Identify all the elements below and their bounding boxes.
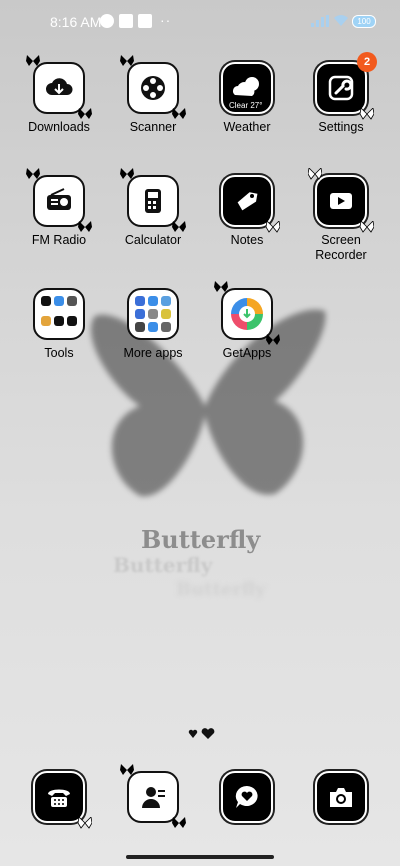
app-notes[interactable]: Notes: [202, 175, 292, 248]
butterfly-sticker-icon: [120, 764, 134, 775]
status-time: 8:16 AM: [50, 14, 102, 30]
butterfly-sticker-icon: [26, 55, 40, 66]
wifi-icon: [334, 15, 348, 26]
tag-icon: [237, 192, 258, 211]
butterfly-sticker-icon: [120, 55, 134, 66]
app-label: Weather: [223, 120, 271, 134]
phone-icon: [48, 789, 70, 807]
app-settings[interactable]: 2 Settings: [296, 52, 386, 135]
app-label: Notes: [230, 233, 264, 247]
butterfly-sticker-icon: [172, 108, 186, 119]
film-reel-icon: [141, 76, 165, 100]
butterfly-sticker-icon: [78, 817, 92, 829]
page-dot-icon: [188, 729, 198, 738]
notification-icon: [119, 14, 133, 28]
app-scanner[interactable]: Scanner: [108, 55, 198, 135]
folder-label: More apps: [123, 346, 183, 360]
wallpaper-text: Butterfly: [141, 525, 261, 554]
butterfly-sticker-icon: [214, 281, 228, 292]
wallpaper-text: Butterfly: [113, 553, 213, 577]
getapps-icon: [231, 298, 263, 330]
app-fm-radio[interactable]: FM Radio: [14, 168, 104, 248]
battery-icon: 100: [352, 15, 376, 28]
butterfly-sticker-icon: [78, 108, 92, 119]
butterfly-sticker-icon: [78, 221, 92, 232]
cloud-sun-icon: [233, 77, 259, 96]
messages-icon: [235, 785, 258, 808]
app-calculator[interactable]: Calculator: [108, 168, 198, 248]
page-indicator[interactable]: [188, 728, 218, 740]
notification-icon: [100, 14, 114, 28]
contacts-icon: [142, 787, 165, 808]
app-label: FM Radio: [31, 233, 87, 247]
app-label: Calculator: [124, 233, 182, 247]
app-label: GetApps: [222, 346, 272, 360]
app-label: Settings: [318, 120, 364, 134]
wallpaper-text: Butterfly: [176, 579, 266, 600]
app-label: Downloads: [28, 120, 90, 134]
dock-messages[interactable]: [221, 771, 273, 823]
butterfly-sticker-icon: [360, 221, 374, 233]
home-indicator[interactable]: [126, 855, 274, 859]
app-label: Scanner: [129, 120, 177, 134]
folder-label: Tools: [44, 346, 74, 360]
calculator-icon: [145, 189, 161, 213]
folder-icon: [127, 288, 179, 340]
dock-phone[interactable]: [33, 771, 92, 829]
download-cloud-icon: [46, 78, 73, 95]
folder-tools[interactable]: Tools: [14, 288, 104, 361]
app-getapps[interactable]: GetApps: [202, 281, 292, 361]
radio-icon: [47, 188, 71, 210]
dock-contacts[interactable]: [120, 764, 186, 828]
butterfly-sticker-icon: [172, 221, 186, 232]
butterfly-sticker-icon: [266, 221, 280, 233]
notification-badge: 2: [357, 52, 377, 72]
camera-icon: [330, 788, 352, 807]
more-notifications-icon: ··: [160, 12, 172, 28]
folder-icon: [33, 288, 85, 340]
dock-camera[interactable]: [315, 771, 367, 823]
butterfly-sticker-icon: [360, 108, 374, 120]
butterfly-sticker-icon: [120, 168, 134, 179]
butterfly-sticker-icon: [266, 334, 280, 345]
page-dot-active-icon: [201, 728, 215, 739]
folder-more-apps[interactable]: More apps: [108, 288, 198, 361]
butterfly-sticker-icon: [172, 817, 186, 828]
video-play-icon: [330, 193, 352, 209]
butterfly-sticker-icon: [308, 168, 322, 180]
butterfly-sticker-icon: [26, 168, 40, 179]
app-downloads[interactable]: Downloads: [14, 55, 104, 135]
notification-icon: [138, 14, 152, 28]
app-screen-recorder[interactable]: Screen Recorder: [296, 168, 386, 263]
app-label: Screen Recorder: [315, 233, 367, 262]
weather-temp: Clear 27°: [229, 101, 263, 110]
signal-icon: [311, 15, 329, 27]
status-bar: 8:16 AM ·· 100: [0, 0, 400, 44]
app-weather[interactable]: Clear 27° Weather: [202, 62, 292, 135]
wrench-icon: [328, 75, 354, 101]
